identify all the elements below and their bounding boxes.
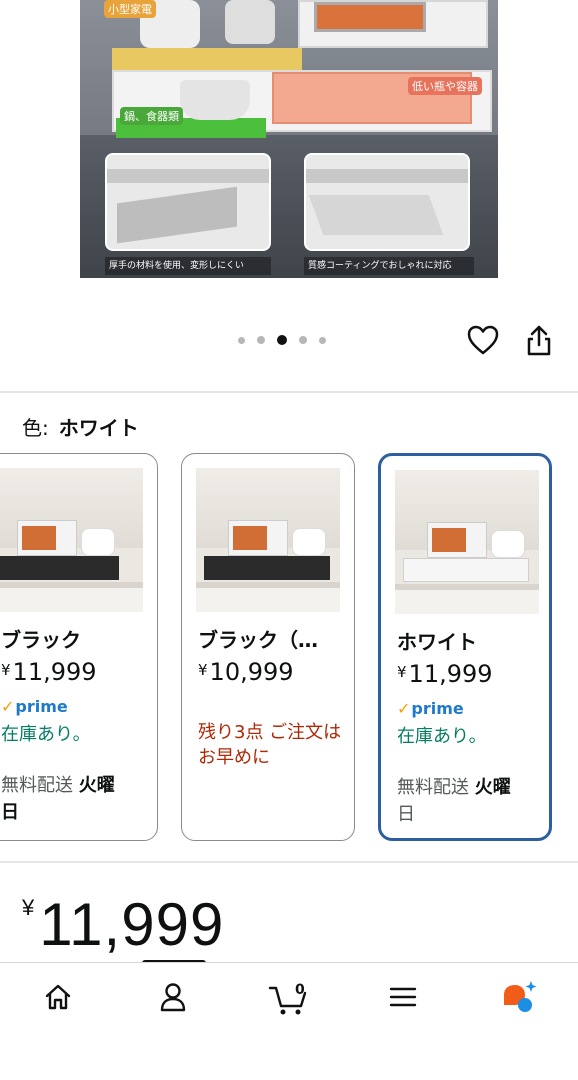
carousel-indicator[interactable] bbox=[238, 335, 326, 345]
carousel-dot-active[interactable] bbox=[277, 335, 287, 345]
variant-thumbnail bbox=[196, 468, 340, 612]
variant-name: ホワイト bbox=[397, 630, 477, 654]
image-label-small-appliance: 小型家電 bbox=[104, 0, 156, 18]
share-icon[interactable] bbox=[524, 325, 554, 357]
color-selector-label: 色: ホワイト bbox=[22, 412, 139, 441]
nav-cart-button[interactable]: 0 bbox=[258, 979, 318, 1019]
carousel-dot[interactable] bbox=[238, 336, 245, 344]
menu-icon bbox=[388, 985, 418, 1013]
prime-badge: ✓prime bbox=[1, 697, 68, 716]
ai-assistant-icon bbox=[498, 979, 538, 1019]
cart-count-badge: 0 bbox=[295, 982, 305, 998]
nav-ai-assistant-button[interactable] bbox=[488, 979, 548, 1019]
product-price: ¥11,999 bbox=[22, 890, 224, 959]
carousel-dot[interactable] bbox=[299, 336, 307, 344]
variant-price-value: 11,999 bbox=[12, 658, 97, 686]
image-label-dishes: 鍋、食器類 bbox=[120, 107, 183, 125]
image-inset-detail-1 bbox=[105, 153, 271, 251]
cart-icon: 0 bbox=[268, 982, 308, 1016]
variant-thumbnail bbox=[395, 470, 539, 614]
prime-label: prime bbox=[15, 697, 68, 716]
image-caption-1: 厚手の材料を使用、変形しにくい bbox=[105, 257, 271, 275]
section-divider bbox=[0, 391, 578, 393]
variant-yen: ¥ bbox=[1, 661, 11, 679]
variant-price: ¥11,999 bbox=[1, 658, 97, 686]
image-pot bbox=[180, 80, 250, 120]
shipping-prefix: 無料配送 bbox=[397, 777, 475, 798]
variant-thumbnail bbox=[0, 468, 143, 612]
shipping-prefix: 無料配送 bbox=[1, 775, 79, 796]
prime-badge: ✓prime bbox=[397, 699, 464, 718]
stock-status: 在庫あり。 bbox=[397, 726, 487, 747]
carousel-dot[interactable] bbox=[319, 336, 326, 344]
prime-label: prime bbox=[411, 699, 464, 718]
prime-check-icon: ✓ bbox=[1, 697, 15, 716]
low-stock-warning: 残り3点 ご注文はお早めに bbox=[198, 722, 342, 768]
wishlist-heart-icon[interactable] bbox=[467, 325, 499, 355]
section-divider bbox=[0, 861, 578, 863]
variant-price: ¥11,999 bbox=[397, 660, 493, 688]
nav-menu-button[interactable] bbox=[373, 979, 433, 1019]
nav-account-button[interactable] bbox=[143, 979, 203, 1019]
shipping-info: 無料配送 火曜日 bbox=[397, 774, 542, 828]
shipping-suffix: 日 bbox=[397, 804, 415, 825]
image-inset-detail-2 bbox=[304, 153, 470, 251]
image-shelf-top bbox=[112, 48, 302, 70]
shipping-day: 火曜 bbox=[78, 775, 115, 796]
variant-price-value: 11,999 bbox=[408, 660, 493, 688]
variant-yen: ¥ bbox=[198, 661, 208, 679]
image-caption-2: 質感コーティングでおしゃれに対応 bbox=[304, 257, 474, 275]
image-microwave bbox=[298, 0, 488, 48]
shipping-suffix: 日 bbox=[1, 802, 19, 823]
variant-card-black[interactable]: ブラック ¥11,999 ✓prime 在庫あり。 無料配送 火曜日 bbox=[0, 453, 158, 841]
image-coffee-maker bbox=[225, 0, 275, 44]
selected-color-value: ホワイト bbox=[58, 416, 139, 440]
variant-price-value: 10,999 bbox=[209, 658, 294, 686]
price-yen: ¥ bbox=[22, 895, 36, 920]
home-icon bbox=[43, 983, 73, 1015]
image-label-containers: 低い瓶や容器 bbox=[408, 77, 482, 95]
color-label-text: 色: bbox=[22, 416, 49, 440]
variant-name: ブラック（… bbox=[198, 628, 318, 652]
stock-status: 在庫あり。 bbox=[1, 724, 91, 745]
bottom-navigation: 0 bbox=[0, 962, 578, 1080]
variant-name: ブラック bbox=[1, 628, 81, 652]
variant-yen: ¥ bbox=[397, 663, 407, 681]
account-icon bbox=[159, 982, 187, 1016]
nav-home-button[interactable] bbox=[28, 979, 88, 1019]
prime-check-icon: ✓ bbox=[397, 699, 411, 718]
shipping-info: 無料配送 火曜日 bbox=[1, 772, 146, 826]
price-value: 11,999 bbox=[39, 891, 225, 958]
variant-card-white[interactable]: ホワイト ¥11,999 ✓prime 在庫あり。 無料配送 火曜日 bbox=[378, 453, 552, 841]
variant-card-black-alt[interactable]: ブラック（… ¥10,999 残り3点 ご注文はお早めに bbox=[181, 453, 355, 841]
carousel-dot[interactable] bbox=[257, 336, 265, 344]
product-image[interactable]: 小型家電 鍋、食器類 低い瓶や容器 厚手の材料を使用、変形しにくい 質感コーティ… bbox=[80, 0, 498, 278]
shipping-day: 火曜 bbox=[474, 777, 511, 798]
variant-price: ¥10,999 bbox=[198, 658, 294, 686]
